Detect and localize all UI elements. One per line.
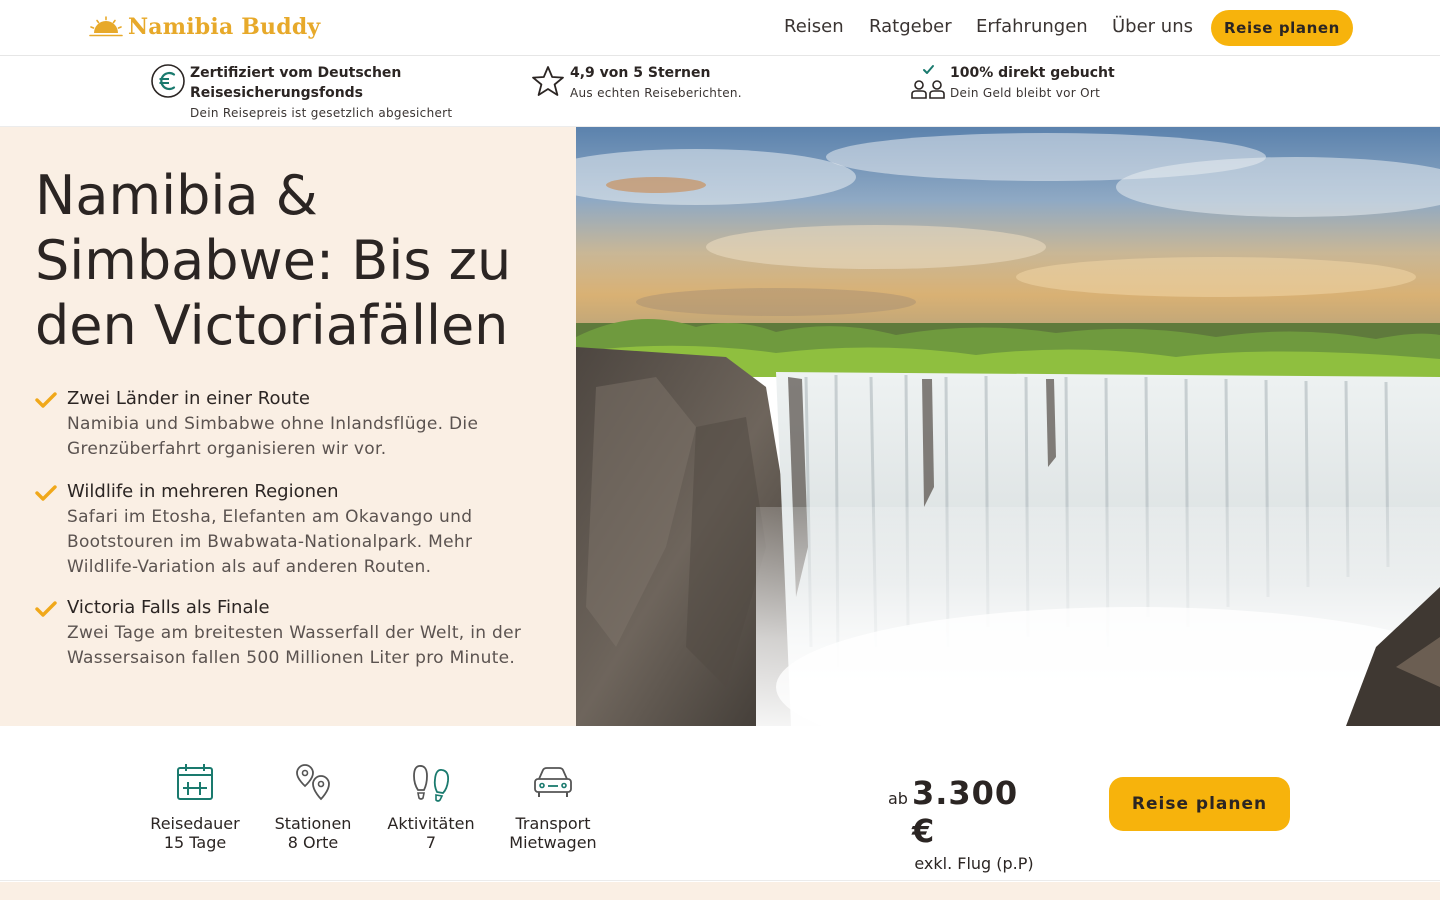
stat-label: Stationen — [274, 814, 352, 833]
next-section-strip — [0, 882, 1440, 900]
stat-value: 8 Orte — [287, 833, 339, 852]
stat-stationen: Stationen 8 Orte — [273, 762, 353, 852]
price-block: ab 3.300 € exkl. Flug (p.P) — [888, 774, 1048, 873]
feature-description: Zwei Tage am breitesten Wasserfall der W… — [67, 623, 522, 668]
logo[interactable]: Namibia Buddy — [88, 12, 320, 42]
check-icon — [35, 601, 57, 617]
page-title: Namibia & Simbabwe: Bis zu den Victoriaf… — [35, 164, 512, 357]
feature-title: Wildlife in mehreren Regionen — [67, 481, 339, 502]
price-note: exkl. Flug (p.P) — [914, 854, 1034, 873]
trust-item-drsf: Zertifiziert vom Deutschen Reisesicherun… — [150, 63, 490, 123]
feature-description: Safari im Etosha, Elefanten am Okavango … — [67, 507, 473, 577]
stat-label: Transport — [515, 814, 591, 833]
trust-item-direct: 100% direkt gebucht Dein Geld bleibt vor… — [910, 63, 1115, 103]
stat-transport: Transport Mietwagen — [508, 762, 598, 852]
feature-title: Zwei Länder in einer Route — [67, 388, 310, 409]
brand-name: Namibia Buddy — [128, 14, 321, 40]
trust-subtitle: Dein Reisepreis ist gesetzlich abgesiche… — [190, 106, 453, 120]
feature-item: Wildlife in mehreren Regionen Safari im … — [35, 480, 545, 580]
hero-image — [576, 127, 1440, 726]
trust-subtitle: Aus echten Reiseberichten. — [570, 86, 742, 100]
nav-item-reisen[interactable]: Reisen — [784, 16, 844, 37]
reise-planen-button[interactable]: Reise planen — [1109, 777, 1290, 831]
reise-planen-header-button[interactable]: Reise planen — [1211, 10, 1353, 46]
feature-title: Victoria Falls als Finale — [67, 597, 270, 618]
trip-info-bar: Reisedauer 15 Tage Stationen 8 Orte Akti… — [0, 726, 1440, 881]
nav-item-ratgeber[interactable]: Ratgeber — [869, 16, 952, 37]
stat-label: Reisedauer — [150, 814, 240, 833]
stat-value: 7 — [425, 833, 437, 852]
calendar-icon — [177, 764, 213, 800]
stat-value: 15 Tage — [163, 833, 227, 852]
trust-subtitle: Dein Geld bleibt vor Ort — [950, 86, 1101, 100]
feature-item: Zwei Länder in einer Route Namibia und S… — [35, 387, 545, 467]
trust-title: Zertifiziert vom Deutschen Reisesicherun… — [190, 65, 402, 101]
nav-item-erfahrungen[interactable]: Erfahrungen — [976, 16, 1088, 37]
stat-aktivitaeten: Aktivitäten 7 — [386, 762, 476, 852]
people-check-icon — [911, 65, 945, 99]
car-icon — [534, 767, 572, 797]
feature-item: Victoria Falls als Finale Zwei Tage am b… — [35, 596, 545, 676]
victoria-falls-photo — [576, 127, 1440, 726]
trust-item-rating: 4,9 von 5 Sternen Aus echten Reiseberich… — [530, 63, 742, 103]
star-icon — [532, 66, 564, 96]
price-amount: 3.300 € — [911, 774, 1019, 850]
site-header: Namibia Buddy Reisen Ratgeber Erfahrunge… — [0, 0, 1440, 56]
price-prefix: ab — [888, 789, 908, 808]
nav-item-ueber-uns[interactable]: Über uns — [1112, 16, 1193, 37]
footprints-icon — [413, 765, 450, 802]
feature-description: Namibia und Simbabwe ohne Inlandsflüge. … — [67, 414, 479, 459]
stat-value: Mietwagen — [509, 833, 597, 852]
check-icon — [35, 392, 57, 408]
map-pin-icon — [296, 764, 330, 801]
stat-label: Aktivitäten — [387, 814, 475, 833]
trust-bar: Zertifiziert vom Deutschen Reisesicherun… — [0, 57, 1440, 127]
stat-reisedauer: Reisedauer 15 Tage — [150, 762, 240, 852]
trust-title: 100% direkt gebucht — [950, 65, 1115, 81]
trust-title: 4,9 von 5 Sternen — [570, 65, 711, 81]
sun-logo-icon — [89, 16, 123, 37]
euro-icon — [151, 64, 185, 98]
check-icon — [35, 485, 57, 501]
